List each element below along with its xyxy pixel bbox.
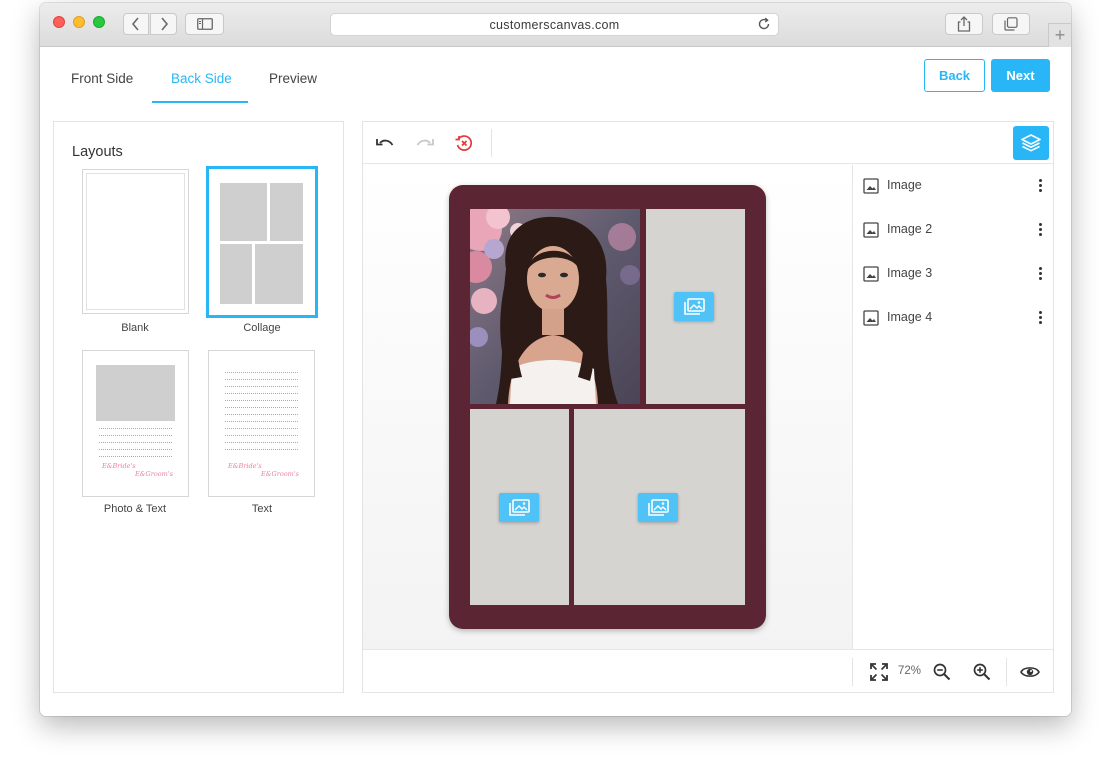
layout-text-thumb[interactable]: E&Bride's E&Groom's bbox=[208, 350, 315, 497]
design-card bbox=[449, 185, 766, 629]
zoom-out-icon bbox=[933, 663, 951, 681]
layer-item[interactable]: Image 3 bbox=[853, 259, 1053, 289]
next-button[interactable]: Next bbox=[991, 59, 1050, 92]
tab-front-side[interactable]: Front Side bbox=[71, 71, 133, 86]
thumb-script-text-4: E&Groom's bbox=[261, 470, 299, 478]
layers-icon bbox=[1021, 134, 1041, 152]
minimize-window-button[interactable] bbox=[73, 16, 85, 28]
browser-window: customerscanvas.com + Front Side Back Si… bbox=[40, 3, 1071, 716]
layer-label: Image 4 bbox=[887, 310, 933, 324]
editor-bottombar: 72% bbox=[363, 649, 1053, 692]
thumb-script-text-2: E&Groom's bbox=[135, 470, 173, 478]
bottombar-divider bbox=[852, 658, 853, 686]
layout-blank-thumb[interactable] bbox=[82, 169, 189, 314]
layer-label: Image 3 bbox=[887, 266, 933, 280]
layout-text-label: Text bbox=[251, 503, 273, 515]
zoom-in-icon bbox=[973, 663, 991, 681]
back-button[interactable]: Back bbox=[924, 59, 985, 92]
layouts-title: Layouts bbox=[72, 144, 123, 160]
layers-toggle-button[interactable] bbox=[1013, 126, 1049, 160]
more-vertical-icon[interactable] bbox=[1039, 267, 1043, 282]
undo-icon bbox=[376, 139, 394, 146]
redo-icon bbox=[416, 139, 434, 146]
chevron-left-icon bbox=[131, 17, 139, 31]
address-bar[interactable]: customerscanvas.com bbox=[330, 13, 779, 36]
image-icon bbox=[863, 310, 879, 326]
add-image-button[interactable] bbox=[499, 493, 539, 522]
bottombar-divider bbox=[1006, 658, 1007, 686]
layer-label: Image bbox=[887, 178, 922, 192]
thumb-script-text-1: E&Bride's bbox=[102, 462, 136, 470]
image-gallery-icon bbox=[509, 498, 530, 516]
share-button[interactable] bbox=[945, 13, 983, 35]
new-tab-button[interactable]: + bbox=[1048, 23, 1071, 47]
layout-photo-text-label: Photo & Text bbox=[103, 503, 167, 515]
close-window-button[interactable] bbox=[53, 16, 65, 28]
more-vertical-icon[interactable] bbox=[1039, 223, 1043, 238]
chevron-right-icon bbox=[160, 17, 168, 31]
maximize-window-button[interactable] bbox=[93, 16, 105, 28]
image-slot-3[interactable] bbox=[470, 409, 569, 605]
tabs-icon bbox=[1004, 17, 1018, 31]
tab-preview[interactable]: Preview bbox=[269, 71, 317, 86]
portrait-photo bbox=[470, 209, 640, 404]
image-gallery-icon bbox=[684, 297, 705, 315]
browser-forward-button[interactable] bbox=[150, 13, 177, 35]
layers-list: Image Image 2 Image 3 Image 4 bbox=[852, 165, 1053, 649]
editor-panel: Image Image 2 Image 3 Image 4 72% bbox=[362, 121, 1054, 693]
layer-item[interactable]: Image bbox=[853, 171, 1053, 201]
toolbar-divider bbox=[491, 129, 492, 157]
fit-to-screen-button[interactable] bbox=[869, 662, 889, 682]
canvas-area bbox=[363, 165, 852, 649]
fullscreen-icon bbox=[870, 663, 888, 681]
layer-label: Image 2 bbox=[887, 222, 933, 236]
share-icon bbox=[957, 16, 971, 32]
image-icon bbox=[863, 178, 879, 194]
address-url: customerscanvas.com bbox=[489, 18, 620, 32]
image-icon bbox=[863, 266, 879, 282]
preview-toggle-button[interactable] bbox=[1020, 662, 1040, 682]
image-gallery-icon bbox=[648, 498, 669, 516]
layout-collage-thumb[interactable] bbox=[206, 166, 318, 318]
more-vertical-icon[interactable] bbox=[1039, 311, 1043, 326]
revert-icon bbox=[455, 135, 473, 151]
image-slot-4[interactable] bbox=[574, 409, 745, 605]
thumb-script-text-3: E&Bride's bbox=[228, 462, 262, 470]
image-slot-1[interactable] bbox=[470, 209, 640, 404]
layer-item[interactable]: Image 4 bbox=[853, 303, 1053, 333]
add-image-button[interactable] bbox=[638, 493, 678, 522]
image-slot-2[interactable] bbox=[646, 209, 745, 404]
zoom-in-button[interactable] bbox=[972, 662, 992, 682]
browser-toolbar: customerscanvas.com + bbox=[40, 3, 1071, 47]
layout-photo-text-thumb[interactable]: E&Bride's E&Groom's bbox=[82, 350, 189, 497]
eye-icon bbox=[1020, 667, 1040, 677]
editor-toolbar bbox=[363, 122, 1053, 164]
sidebar-icon bbox=[196, 18, 213, 30]
sidebar-toggle-button[interactable] bbox=[185, 13, 224, 35]
tabs-overview-button[interactable] bbox=[992, 13, 1030, 35]
browser-back-button[interactable] bbox=[123, 13, 149, 35]
layout-blank-label: Blank bbox=[121, 322, 149, 334]
zoom-level: 72% bbox=[898, 665, 922, 677]
more-vertical-icon[interactable] bbox=[1039, 179, 1043, 194]
image-icon bbox=[863, 222, 879, 238]
reload-icon[interactable] bbox=[757, 17, 771, 36]
layouts-panel: Layouts Blank Collage E&Bride's E&Groom'… bbox=[53, 121, 344, 693]
zoom-out-button[interactable] bbox=[932, 662, 952, 682]
tab-back-side[interactable]: Back Side bbox=[171, 71, 232, 86]
layer-item[interactable]: Image 2 bbox=[853, 215, 1053, 245]
active-tab-indicator bbox=[152, 101, 248, 103]
layout-collage-label: Collage bbox=[243, 322, 281, 334]
undo-button[interactable] bbox=[374, 132, 396, 154]
redo-button[interactable] bbox=[414, 132, 436, 154]
add-image-button[interactable] bbox=[674, 292, 714, 321]
revert-button[interactable] bbox=[453, 132, 475, 154]
